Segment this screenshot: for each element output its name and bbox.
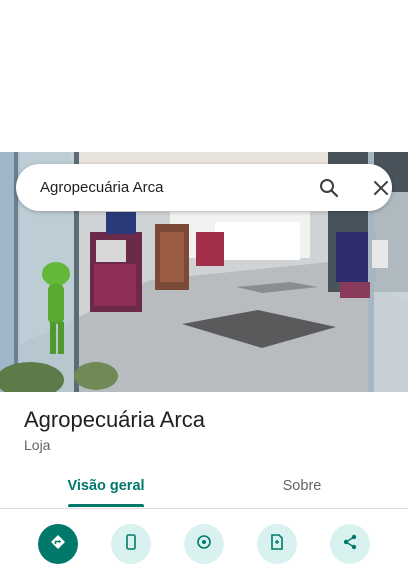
- tab-selected-indicator: [68, 504, 144, 507]
- directions-icon: [50, 534, 66, 555]
- tab-bar: Visão geral Sobre: [0, 466, 408, 508]
- share-icon: [342, 534, 358, 555]
- place-category: Loja: [24, 437, 51, 453]
- tab-about[interactable]: Sobre: [220, 466, 384, 506]
- nearby-button[interactable]: [184, 524, 224, 564]
- directions-button[interactable]: [38, 524, 78, 564]
- phone-icon: [124, 534, 138, 555]
- save-button[interactable]: [257, 524, 297, 564]
- search-bar[interactable]: Agropecuária Arca: [16, 164, 392, 211]
- search-icon[interactable]: [314, 174, 344, 202]
- top-blank-area: [0, 0, 408, 152]
- call-button[interactable]: [111, 524, 151, 564]
- save-icon: [270, 534, 284, 555]
- tabs-divider: [0, 508, 408, 509]
- share-button[interactable]: [330, 524, 370, 564]
- close-icon[interactable]: [366, 174, 396, 202]
- tab-overview[interactable]: Visão geral: [24, 466, 188, 506]
- location-icon: [196, 534, 212, 555]
- place-title: Agropecuária Arca: [24, 407, 205, 432]
- search-input[interactable]: Agropecuária Arca: [40, 164, 163, 211]
